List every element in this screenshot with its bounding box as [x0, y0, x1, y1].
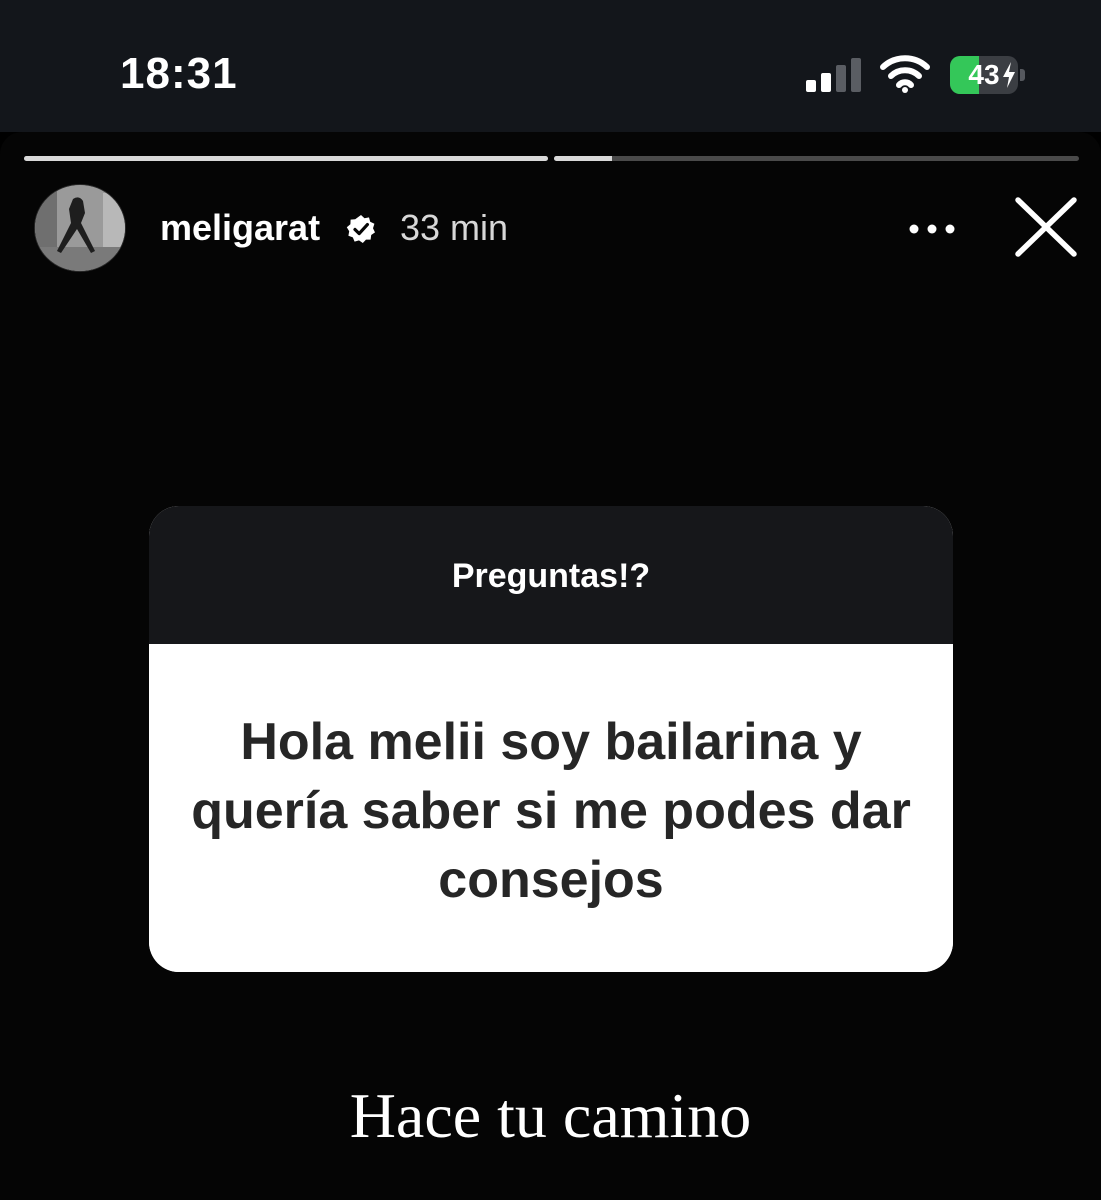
battery-indicator: 43: [950, 56, 1026, 94]
story-caption: Hace tu camino: [349, 1080, 752, 1151]
avatar-photo: [35, 185, 125, 271]
story-progress-fill: [554, 156, 612, 161]
story-progress-segment: [24, 156, 548, 161]
avatar[interactable]: [34, 184, 126, 272]
story-progress-segment: [554, 156, 1079, 161]
story-viewer[interactable]: meligarat 33 min Preguntas!? Hola melii …: [0, 132, 1101, 1200]
cellular-signal-icon: [806, 58, 861, 92]
question-sticker[interactable]: Preguntas!? Hola melii soy bailarina y q…: [149, 506, 953, 972]
story-time-ago: 33 min: [400, 207, 509, 248]
question-sticker-title: Preguntas!?: [451, 557, 651, 595]
battery-tip: [1020, 69, 1025, 81]
more-dots-icon[interactable]: [904, 212, 960, 246]
question-text: Hola melii soy bailarina y quería saber …: [191, 713, 911, 909]
story-username[interactable]: meligarat: [160, 206, 320, 250]
bolt-icon: [1003, 62, 1015, 88]
wifi-icon: [880, 55, 930, 93]
question-sticker-body: Hola melii soy bailarina y quería saber …: [149, 644, 953, 972]
question-sticker-header: Preguntas!?: [149, 506, 953, 644]
story-progress-fill: [24, 156, 548, 161]
close-icon[interactable]: [1008, 194, 1084, 260]
verified-badge-icon: [346, 215, 375, 243]
status-time: 18:31: [120, 49, 238, 98]
status-bar: 18:31 43: [0, 0, 1101, 132]
